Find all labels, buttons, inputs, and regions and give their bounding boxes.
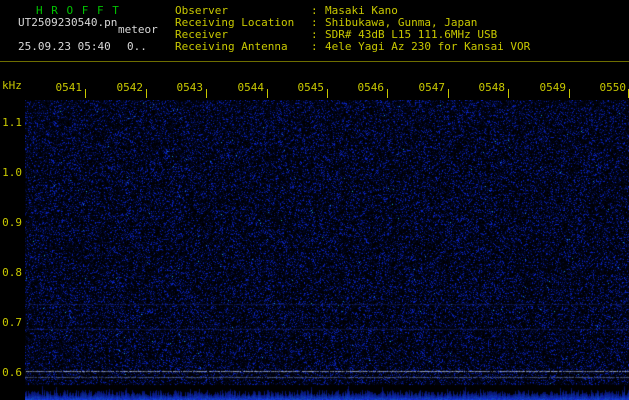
time-tick-label: 0545 (297, 81, 325, 94)
observation-name: meteor (118, 23, 158, 36)
time-tick-label: 0544 (237, 81, 265, 94)
time-tick-mark (569, 89, 570, 98)
station-info-row: Receiving Antenna:4ele Yagi Az 230 for K… (175, 41, 530, 53)
time-tick-label: 0546 (357, 81, 385, 94)
frequency-tick-label: 0.6 (2, 366, 22, 379)
frequency-tick-label: 0.7 (2, 316, 22, 329)
time-tick-mark (448, 89, 449, 98)
time-tick-label: 0550 (599, 81, 627, 94)
time-tick-mark (206, 89, 207, 98)
time-tick-label: 0547 (418, 81, 446, 94)
time-tick-label: 0541 (55, 81, 83, 94)
frequency-tick-label: 1.1 (2, 116, 22, 129)
echo-count-indicator: 0.. (127, 40, 147, 53)
frequency-tick-label: 0.9 (2, 216, 22, 229)
field-value: 4ele Yagi Az 230 for Kansai VOR (325, 40, 531, 53)
time-tick-mark (327, 89, 328, 98)
spectrogram-canvas (25, 100, 629, 400)
time-tick-mark (85, 89, 86, 98)
time-tick-label: 0548 (478, 81, 506, 94)
time-tick-label: 0542 (116, 81, 144, 94)
frequency-axis-unit-label: kHz (2, 79, 22, 92)
time-tick-mark (146, 89, 147, 98)
station-info: Observer: Masaki Kano Receiving Location:… (175, 5, 530, 53)
time-tick-mark (508, 89, 509, 98)
hrofft-window: H R O F F T UT2509230540.pn meteor 25.09… (0, 0, 629, 400)
header-separator-line (0, 61, 629, 62)
time-tick-mark (267, 89, 268, 98)
frequency-tick-label: 1.0 (2, 166, 22, 179)
frequency-tick-label: 0.8 (2, 266, 22, 279)
time-tick-mark (387, 89, 388, 98)
field-separator: : (311, 40, 318, 53)
observation-datetime: 25.09.23 05:40 (18, 40, 111, 53)
output-filename: UT2509230540.pn (18, 16, 118, 29)
time-tick-label: 0549 (539, 81, 567, 94)
time-tick-label: 0543 (176, 81, 204, 94)
field-label: Receiving Antenna (175, 40, 288, 53)
